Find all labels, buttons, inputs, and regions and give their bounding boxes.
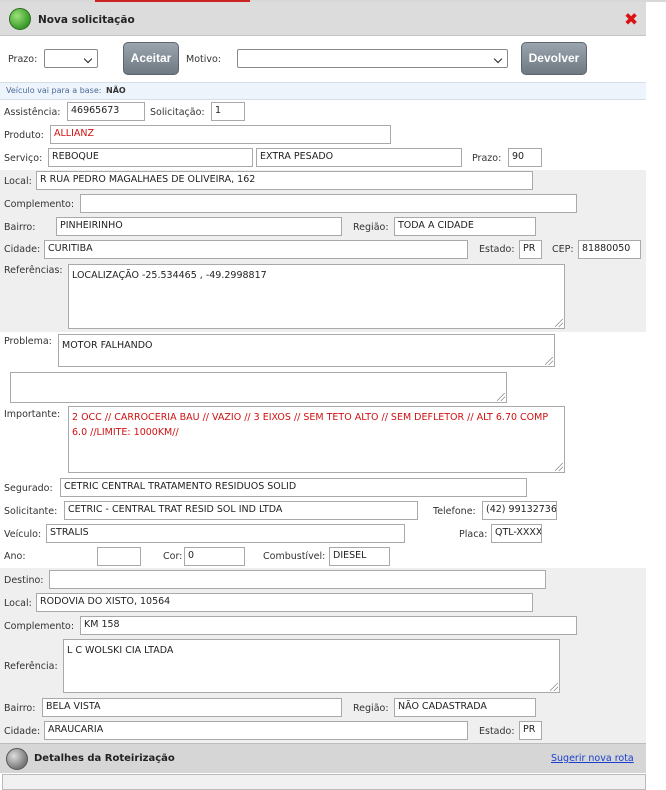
importante-label: Importante: (4, 409, 61, 420)
dest-bairro-field[interactable]: BELA VISTA (42, 698, 342, 717)
problema-text: MOTOR FALHANDO (62, 340, 153, 351)
dialog-title: Nova solicitação (38, 14, 135, 26)
bairro-field[interactable]: PINHEIRINHO (56, 217, 342, 236)
assistencia-label: Assistência: (4, 107, 61, 118)
dest-bairro-label: Bairro: (4, 703, 36, 714)
servico-prazo-field[interactable]: 90 (508, 148, 542, 167)
dest-estado-label: Estado: (479, 726, 515, 737)
routing-header: Detalhes da Roteirização Sugerir nova ro… (0, 743, 646, 790)
base-info-bar: Veículo vai para a base: NÃO (0, 82, 646, 100)
cep-field[interactable]: 81880050 (578, 240, 641, 259)
destino-field[interactable] (49, 570, 546, 589)
dest-local-field[interactable]: RODOVIA DO XISTO, 10564 (36, 593, 533, 612)
combustivel-label: Combustível: (263, 551, 326, 562)
segurado-label: Segurado: (4, 483, 53, 494)
destino-label: Destino: (4, 575, 44, 586)
cep-label: CEP: (552, 244, 574, 255)
servico-tipo-field[interactable]: EXTRA PESADO (256, 148, 462, 167)
telefone-field[interactable]: (42) 991327360 (482, 501, 557, 520)
veiculo-label: Veículo: (4, 529, 42, 540)
local-field[interactable]: R RUA PEDRO MAGALHAES DE OLIVEIRA, 162 (36, 171, 533, 190)
dest-regiao-label: Região: (353, 703, 389, 714)
local-label: Local: (4, 176, 32, 187)
cidade-field[interactable]: CURITIBA (44, 240, 468, 259)
segurado-field[interactable]: CETRIC CENTRAL TRATAMENTO RESIDUOS SOLID (60, 478, 527, 497)
referencias-text: LOCALIZAÇÃO -25.534465 , -49.2998817 (72, 270, 267, 281)
regiao-label: Região: (353, 222, 389, 233)
referencias-textarea[interactable]: LOCALIZAÇÃO -25.534465 , -49.2998817 (68, 264, 565, 329)
placa-field[interactable]: QTL-XXXX (491, 524, 542, 543)
suggest-route-link[interactable]: Sugerir nova rota (551, 753, 634, 764)
action-toolbar: Prazo: Aceitar Motivo: Devolver (0, 36, 646, 82)
base-value: NÃO (106, 86, 126, 95)
servico-prazo-label: Prazo: (472, 153, 502, 164)
referencias-label: Referências: (4, 265, 63, 276)
veiculo-field[interactable]: STRALIS (46, 524, 405, 543)
base-label: Veículo vai para a base: (6, 86, 102, 95)
globe-icon (6, 748, 28, 770)
dest-regiao-field[interactable]: NÃO CADASTRADA (394, 698, 536, 717)
cor-field[interactable]: 0 (184, 547, 245, 566)
solicitante-label: Solicitante: (4, 506, 58, 517)
motivo-label: Motivo: (186, 54, 222, 65)
combustivel-field[interactable]: DIESEL (329, 547, 390, 566)
servico-label: Serviço: (4, 153, 43, 164)
produto-field[interactable]: ALLIANZ (50, 125, 391, 144)
estado-field[interactable]: PR (519, 240, 542, 259)
globe-icon (9, 8, 31, 30)
routing-title: Detalhes da Roteirização (34, 753, 175, 764)
ano-field[interactable] (97, 547, 141, 566)
problema-textarea[interactable]: MOTOR FALHANDO (58, 334, 555, 367)
importante-text: 2 OCC // CARROCERIA BAU // VAZIO // 3 EI… (72, 412, 549, 438)
dest-cidade-field[interactable]: ARAUCARIA (44, 721, 468, 740)
complemento-field[interactable] (80, 194, 577, 213)
dest-referencia-text: L C WOLSKI CIA LTADA (67, 645, 174, 656)
ano-label: Ano: (4, 551, 26, 562)
motivo-select[interactable] (237, 49, 508, 68)
solicitacao-field[interactable]: 1 (211, 102, 245, 121)
cidade-label: Cidade: (4, 244, 41, 255)
prazo-select[interactable] (44, 49, 98, 68)
bairro-label: Bairro: (4, 222, 36, 233)
cor-label: Cor: (163, 551, 183, 562)
close-icon[interactable]: ✖ (624, 12, 638, 29)
accept-button[interactable]: Aceitar (123, 42, 179, 75)
problema-label: Problema: (4, 336, 52, 347)
produto-label: Produto: (4, 130, 44, 141)
solicitante-field[interactable]: CETRIC - CENTRAL TRAT RESID SOL IND LTDA (64, 501, 418, 520)
complemento-label: Complemento: (4, 199, 75, 210)
solicitacao-label: Solicitação: (150, 107, 205, 118)
assistencia-field[interactable]: 46965673 (67, 102, 145, 121)
prazo-label: Prazo: (8, 54, 38, 65)
dest-cidade-label: Cidade: (4, 726, 41, 737)
regiao-field[interactable]: TODA A CIDADE (394, 217, 536, 236)
importante-textarea[interactable]: 2 OCC // CARROCERIA BAU // VAZIO // 3 EI… (68, 406, 565, 473)
estado-label: Estado: (479, 244, 515, 255)
dest-complemento-field[interactable]: KM 158 (80, 616, 577, 635)
dest-local-label: Local: (4, 598, 32, 609)
dest-complemento-label: Complemento: (4, 621, 75, 632)
servico-field[interactable]: REBOQUE (48, 148, 253, 167)
right-gutter (646, 0, 666, 788)
placa-label: Placa: (459, 529, 488, 540)
problema-extra-textarea[interactable] (10, 372, 507, 403)
dest-estado-field[interactable]: PR (519, 721, 542, 740)
dest-referencia-textarea[interactable]: L C WOLSKI CIA LTADA (63, 639, 560, 693)
return-button[interactable]: Devolver (521, 42, 587, 75)
telefone-label: Telefone: (433, 506, 476, 517)
dialog-titlebar: Nova solicitação ✖ (0, 2, 646, 36)
dest-referencia-label: Referência: (4, 661, 58, 672)
